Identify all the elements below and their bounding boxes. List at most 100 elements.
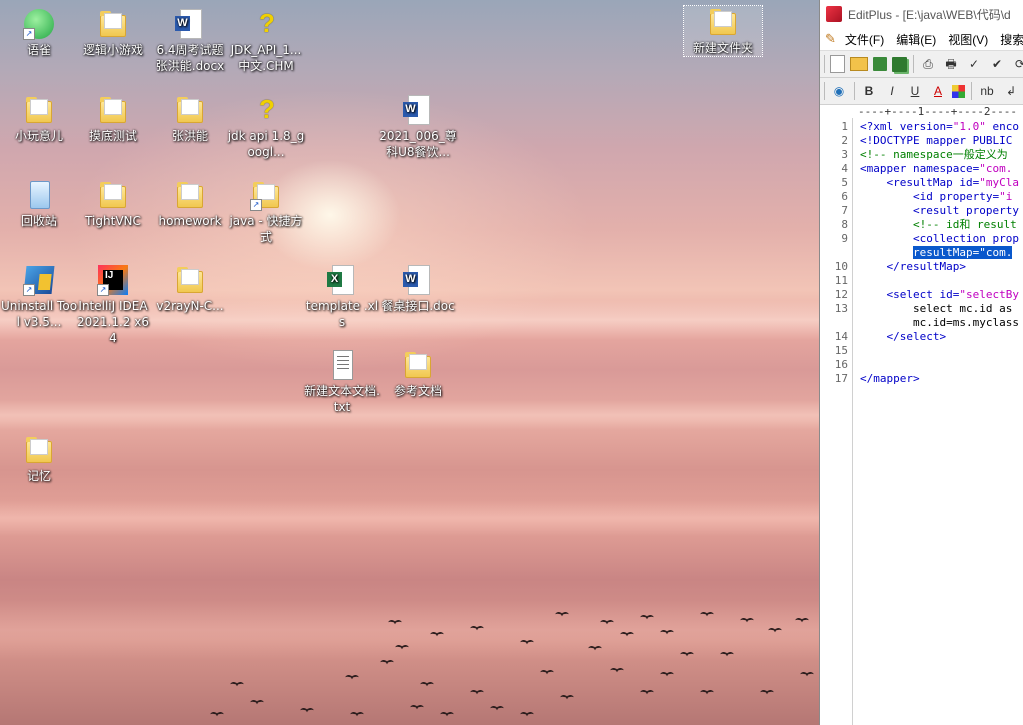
line-break-button[interactable]: ↲ (1002, 82, 1020, 100)
folder-icon (97, 179, 129, 211)
desktop-icon-label: 新建文本文档.txt (304, 384, 380, 414)
desktop-icon-word-doc[interactable]: W 餐桌接口.doc (379, 264, 457, 314)
desktop-icon-label: 小玩意儿 (14, 129, 63, 143)
desktop-icon-new-folder[interactable]: 新建文件夹 (683, 5, 763, 57)
selected-text: resultMap="com. (912, 246, 1013, 259)
code-line[interactable]: 3 <!-- namespace一般定义为 (820, 148, 1023, 162)
code-line[interactable]: 15 (820, 344, 1023, 358)
pencil-icon: ✎ (825, 31, 836, 46)
menu-edit[interactable]: 编辑(E) (891, 31, 943, 48)
print-icon[interactable]: 🖶 (942, 55, 960, 73)
browser-preview-icon[interactable]: ⟳ (1011, 55, 1023, 73)
underline-button[interactable]: U (906, 82, 924, 100)
desktop-icon-intellij[interactable]: IJ ↗ IntelliJ IDEA 2021.1.2 x64 (74, 264, 152, 346)
new-file-icon[interactable] (830, 55, 845, 73)
code-text: <!DOCTYPE mapper PUBLIC (860, 134, 1012, 148)
code-line[interactable]: 11 (820, 274, 1023, 288)
code-token: "selectBy (959, 288, 1019, 301)
bold-button[interactable]: B (860, 82, 878, 100)
menu-file[interactable]: 文件(F) (840, 31, 891, 48)
code-line[interactable]: 5 <resultMap id="myCla (820, 176, 1023, 190)
code-token: "myCla (979, 176, 1019, 189)
code-text: </mapper> (860, 372, 920, 386)
desktop-icon-folder[interactable]: v2rayN-C... (151, 264, 229, 314)
open-folder-icon[interactable] (850, 57, 868, 71)
menu-search[interactable]: 搜索 (995, 31, 1023, 48)
code-line[interactable]: 2 <!DOCTYPE mapper PUBLIC (820, 134, 1023, 148)
code-token: id= (939, 288, 960, 301)
code-line[interactable]: 6 <id property="i (820, 190, 1023, 204)
spellcheck-icon[interactable]: ✓ (965, 55, 983, 73)
nbsp-button[interactable]: nb (977, 82, 997, 100)
desktop-icon-chm[interactable]: ? JDK_API_1...中文.CHM (227, 8, 305, 74)
format-toolbar: ◉ B I U A nb ↲ (820, 78, 1023, 105)
code-line[interactable]: 9 <collection prop (820, 232, 1023, 246)
menu-bar: ✎ 文件(F) 编辑(E) 视图(V) 搜索 (820, 28, 1023, 51)
line-number: 16 (834, 358, 848, 371)
desktop-icon-word-doc[interactable]: W 6.4周考试题张洪能.docx (151, 8, 229, 74)
line-number: 9 (841, 232, 848, 245)
code-editor[interactable]: 1 <?xml version="1.0" enco 2 <!DOCTYPE mapp… (820, 118, 1023, 725)
toolbar-separator (971, 82, 972, 100)
code-line[interactable]: resultMap="com. (820, 246, 1023, 260)
font-color-button[interactable]: A (929, 82, 947, 100)
desktop-icon-excel[interactable]: X template .xls (303, 264, 381, 330)
save-icon[interactable] (873, 57, 887, 71)
line-number: 12 (834, 288, 848, 301)
code-line[interactable]: mc.id=ms.myclass (820, 316, 1023, 330)
toolbar-separator (824, 55, 825, 73)
desktop-icon-label: 回收站 (20, 214, 57, 228)
desktop-icon-folder[interactable]: 记忆 (0, 434, 78, 484)
desktop-icon-chm[interactable]: ? jdk api 1.8_googl... (227, 94, 305, 160)
print-preview-icon[interactable]: ⎙ (919, 55, 937, 73)
code-line[interactable]: 4 <mapper namespace="com. (820, 162, 1023, 176)
title-bar[interactable]: EditPlus - [E:\java\WEB\代码\d (820, 0, 1023, 28)
save-all-icon[interactable] (892, 56, 907, 72)
editplus-app-icon (826, 6, 842, 22)
code-line[interactable]: 14 </select> (820, 330, 1023, 344)
desktop-icon-yuque[interactable]: ↗ 语雀 (0, 8, 78, 58)
code-line[interactable]: 12 <select id="selectBy (820, 288, 1023, 302)
desktop-icon-text-file[interactable]: 新建文本文档.txt (303, 349, 381, 415)
desktop[interactable]: ↗ 语雀 逻辑小游戏 W 6.4周考试题张洪能.docx ? JDK_API_1… (0, 0, 819, 725)
desktop-icon-folder[interactable]: TightVNC (74, 179, 152, 229)
globe-icon[interactable]: ◉ (830, 82, 848, 100)
code-line[interactable]: 7 <result property (820, 204, 1023, 218)
code-text: <mapper namespace="com. (860, 162, 1012, 176)
color-grid-icon[interactable] (952, 84, 965, 98)
cloud-band (0, 500, 819, 536)
menu-view[interactable]: 视图(V) (943, 31, 995, 48)
desktop-icon-recycle-bin[interactable]: 回收站 (0, 179, 78, 229)
desktop-icon-label: 餐桌接口.doc (381, 299, 455, 313)
desktop-icon-folder[interactable]: 张洪能 (151, 94, 229, 144)
code-text: <collection prop (860, 232, 1019, 246)
desktop-icon-uninstall-tool[interactable]: ↗ Uninstall Tool v3.5... (0, 264, 78, 330)
code-line[interactable]: 1 <?xml version="1.0" enco (820, 120, 1023, 134)
code-token: select mc.id as (860, 302, 1013, 315)
editplus-window[interactable]: EditPlus - [E:\java\WEB\代码\d ✎ 文件(F) 编辑(… (819, 0, 1023, 725)
desktop-icon-folder[interactable]: 摸底测试 (74, 94, 152, 144)
desktop-icon-java-shortcut[interactable]: ↗ java - 快捷方式 (227, 179, 305, 245)
desktop-icon-folder[interactable]: 小玩意儿 (0, 94, 78, 144)
desktop-icon-label: java - 快捷方式 (229, 214, 303, 244)
code-line[interactable]: 10 </resultMap> (820, 260, 1023, 274)
desktop-icon-folder[interactable]: 逻辑小游戏 (74, 8, 152, 58)
desktop-icon-folder[interactable]: 参考文档 (379, 349, 457, 399)
folder-icon (174, 179, 206, 211)
italic-button[interactable]: I (883, 82, 901, 100)
folder-icon (707, 6, 739, 38)
folder-icon (402, 349, 434, 381)
desktop-icon-folder[interactable]: homework (151, 179, 229, 229)
code-line[interactable]: 17 </mapper> (820, 372, 1023, 386)
line-number: 11 (834, 274, 848, 287)
code-line[interactable]: 8 <!-- id和 result (820, 218, 1023, 232)
line-number: 15 (834, 344, 848, 357)
code-line[interactable]: 16 (820, 358, 1023, 372)
spellcheck-check-icon[interactable]: ✔ (988, 55, 1006, 73)
desktop-icon-word-doc[interactable]: W 2021_006_尊科U8餐饮... (379, 94, 457, 160)
line-number: 2 (841, 134, 848, 147)
code-token: property= (939, 190, 1000, 203)
code-token: "i (999, 190, 1013, 203)
uninstall-tool-icon: ↗ (23, 264, 55, 296)
code-line[interactable]: 13 select mc.id as (820, 302, 1023, 316)
